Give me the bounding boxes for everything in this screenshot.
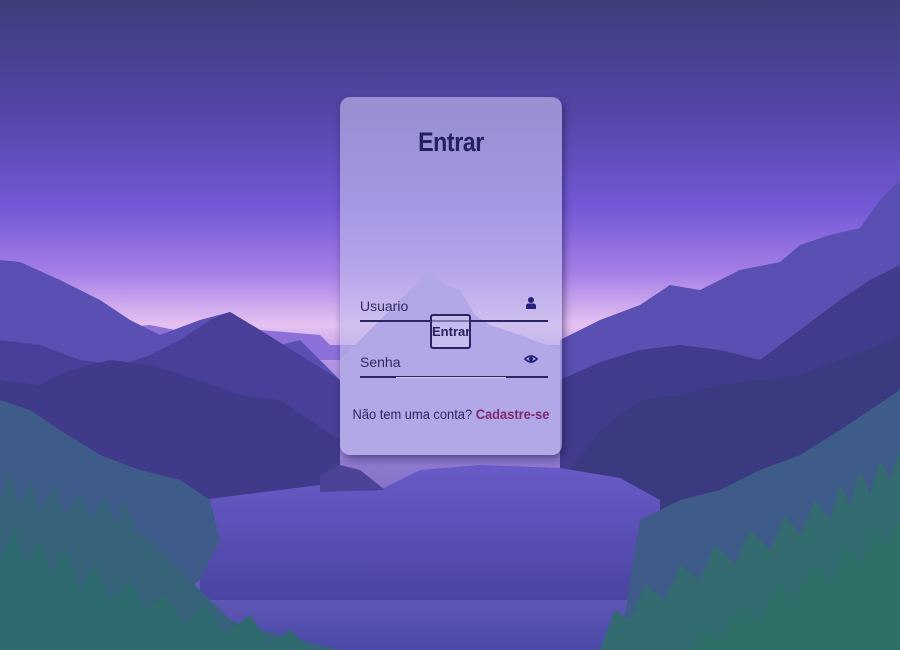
signup-prompt-text: Não tem uma conta? [352,406,476,422]
login-button[interactable]: Entrar [430,314,471,349]
signup-link[interactable]: Cadastre-se [476,406,550,422]
signup-prompt: Não tem uma conta? Cadastre-se [349,406,553,422]
divider [396,377,506,378]
password-field [360,348,548,378]
login-card: Entrar Entrar Não tem uma conta? Cadastr… [340,97,562,455]
eye-icon[interactable] [524,352,538,366]
user-icon [526,297,536,309]
login-title: Entrar [418,127,484,157]
password-input[interactable] [360,348,520,376]
